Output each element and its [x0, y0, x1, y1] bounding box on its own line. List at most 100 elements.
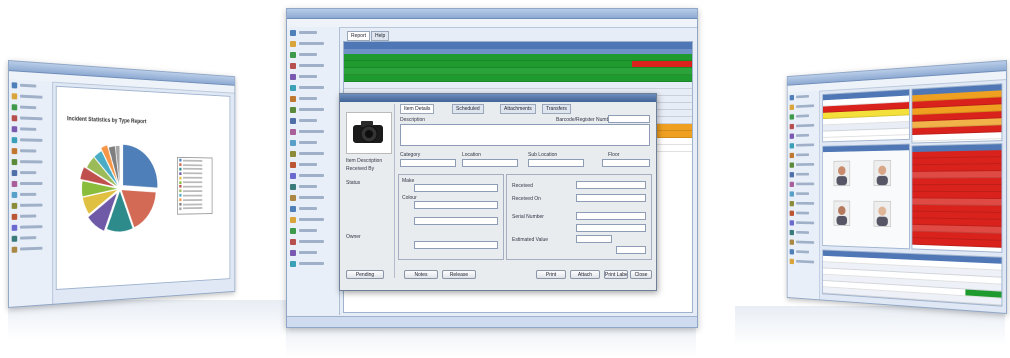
sidebar-item[interactable] — [9, 167, 52, 178]
nav-icon — [290, 217, 296, 223]
table-row[interactable] — [344, 68, 692, 75]
sidebar-item[interactable] — [788, 198, 820, 208]
sidebar-item[interactable] — [287, 247, 339, 258]
sidebar-item-label-placeholder — [299, 196, 324, 199]
make-select[interactable] — [414, 184, 498, 192]
sidebar-item[interactable] — [287, 126, 339, 137]
notes-button[interactable]: Notes — [404, 270, 438, 279]
sub-category-select[interactable] — [414, 241, 498, 249]
sidebar-item[interactable] — [9, 200, 52, 211]
print-button[interactable]: Print — [536, 270, 566, 279]
sidebar-item[interactable] — [287, 82, 339, 93]
description-field[interactable] — [400, 124, 650, 146]
sidebar-item[interactable] — [287, 60, 339, 71]
close-button[interactable]: Close — [630, 270, 652, 279]
sidebar-item[interactable] — [287, 71, 339, 82]
attach-button[interactable]: Attach — [570, 270, 600, 279]
sidebar-item[interactable] — [287, 148, 339, 159]
nav-icon — [290, 228, 296, 234]
reference-field[interactable] — [576, 224, 646, 232]
tab-scheduled[interactable]: Scheduled — [452, 104, 484, 114]
sidebar-item[interactable] — [287, 115, 339, 126]
sidebar-item[interactable] — [287, 38, 339, 49]
side-label-item-description: Item Description — [346, 158, 382, 164]
legend-swatch — [179, 177, 181, 180]
sidebar-item[interactable] — [287, 192, 339, 203]
sidebar-item[interactable] — [788, 256, 820, 267]
center-sidebar — [287, 27, 340, 315]
table-row[interactable] — [344, 61, 692, 68]
sidebar-item-label-placeholder — [299, 152, 324, 155]
nav-icon — [12, 191, 18, 197]
sidebar-item[interactable] — [788, 150, 820, 160]
model-select[interactable] — [414, 217, 498, 225]
print-label-button[interactable]: Print Label — [604, 270, 628, 279]
person-photo[interactable] — [833, 161, 850, 186]
serial-field[interactable] — [576, 212, 646, 220]
barcode-field[interactable] — [608, 115, 650, 123]
category-select[interactable] — [400, 159, 456, 167]
person-photo[interactable] — [833, 200, 850, 226]
floor-field[interactable] — [602, 159, 650, 167]
sidebar-item[interactable] — [287, 203, 339, 214]
sidebar-item-label-placeholder — [299, 53, 317, 56]
received-on-field[interactable] — [576, 194, 646, 202]
estimated-value-field[interactable] — [576, 235, 612, 243]
sidebar-item[interactable] — [287, 159, 339, 170]
sidebar-item[interactable] — [287, 104, 339, 115]
legend-text-placeholder — [183, 207, 202, 209]
pending-button[interactable]: Pending — [346, 270, 384, 279]
sidebar-item[interactable] — [287, 137, 339, 148]
legend-text-placeholder — [183, 164, 202, 166]
sidebar-item[interactable] — [9, 178, 52, 189]
tab-attachments[interactable]: Attachments — [500, 104, 536, 114]
nav-icon — [790, 152, 794, 157]
table-row[interactable] — [344, 54, 692, 61]
sidebar-item[interactable] — [788, 208, 820, 218]
table-row[interactable] — [344, 75, 692, 82]
sidebar-item-label-placeholder — [796, 153, 809, 156]
left-sidebar — [9, 79, 53, 307]
nav-icon — [290, 239, 296, 245]
table-row[interactable] — [912, 132, 1001, 141]
colour-select[interactable] — [414, 201, 498, 209]
sidebar-item[interactable] — [9, 242, 52, 254]
sidebar-item[interactable] — [9, 156, 52, 167]
sidebar-item-label-placeholder — [796, 134, 809, 137]
sidebar-item[interactable] — [788, 189, 820, 199]
nav-icon — [290, 52, 296, 58]
tab-help[interactable]: Help — [371, 31, 389, 41]
nav-icon — [12, 137, 18, 143]
tab-report[interactable]: Report — [347, 31, 370, 41]
tab-transfers[interactable]: Transfers — [542, 104, 571, 114]
serial-label: Serial Number — [512, 214, 544, 220]
sidebar-item[interactable] — [287, 170, 339, 181]
sidebar-item[interactable] — [287, 49, 339, 60]
quantity-field[interactable] — [616, 246, 646, 254]
sidebar-item[interactable] — [788, 179, 820, 189]
sidebar-item[interactable] — [287, 214, 339, 225]
sidebar-item-label-placeholder — [796, 124, 814, 127]
tab-item-details[interactable]: Item Details — [400, 104, 434, 114]
sub-location-select[interactable] — [528, 159, 584, 167]
sidebar-item[interactable] — [788, 169, 820, 179]
sidebar-item[interactable] — [287, 225, 339, 236]
table-row[interactable] — [912, 238, 1001, 248]
sidebar-item[interactable] — [287, 236, 339, 247]
sidebar-item[interactable] — [788, 159, 820, 169]
person-photo[interactable] — [874, 160, 892, 186]
sidebar-item[interactable] — [9, 189, 52, 200]
release-button[interactable]: Release — [442, 270, 476, 279]
sidebar-item[interactable] — [9, 145, 52, 157]
legend-swatch — [179, 181, 181, 184]
received-select[interactable] — [576, 181, 646, 189]
sidebar-item[interactable] — [287, 181, 339, 192]
sidebar-item[interactable] — [287, 27, 339, 38]
sidebar-item[interactable] — [287, 258, 339, 269]
location-select[interactable] — [462, 159, 518, 167]
table-row[interactable] — [344, 82, 692, 89]
person-photo[interactable] — [874, 201, 892, 227]
sidebar-item[interactable] — [287, 93, 339, 104]
legend-text-placeholder — [183, 186, 202, 188]
nav-icon — [790, 162, 794, 167]
